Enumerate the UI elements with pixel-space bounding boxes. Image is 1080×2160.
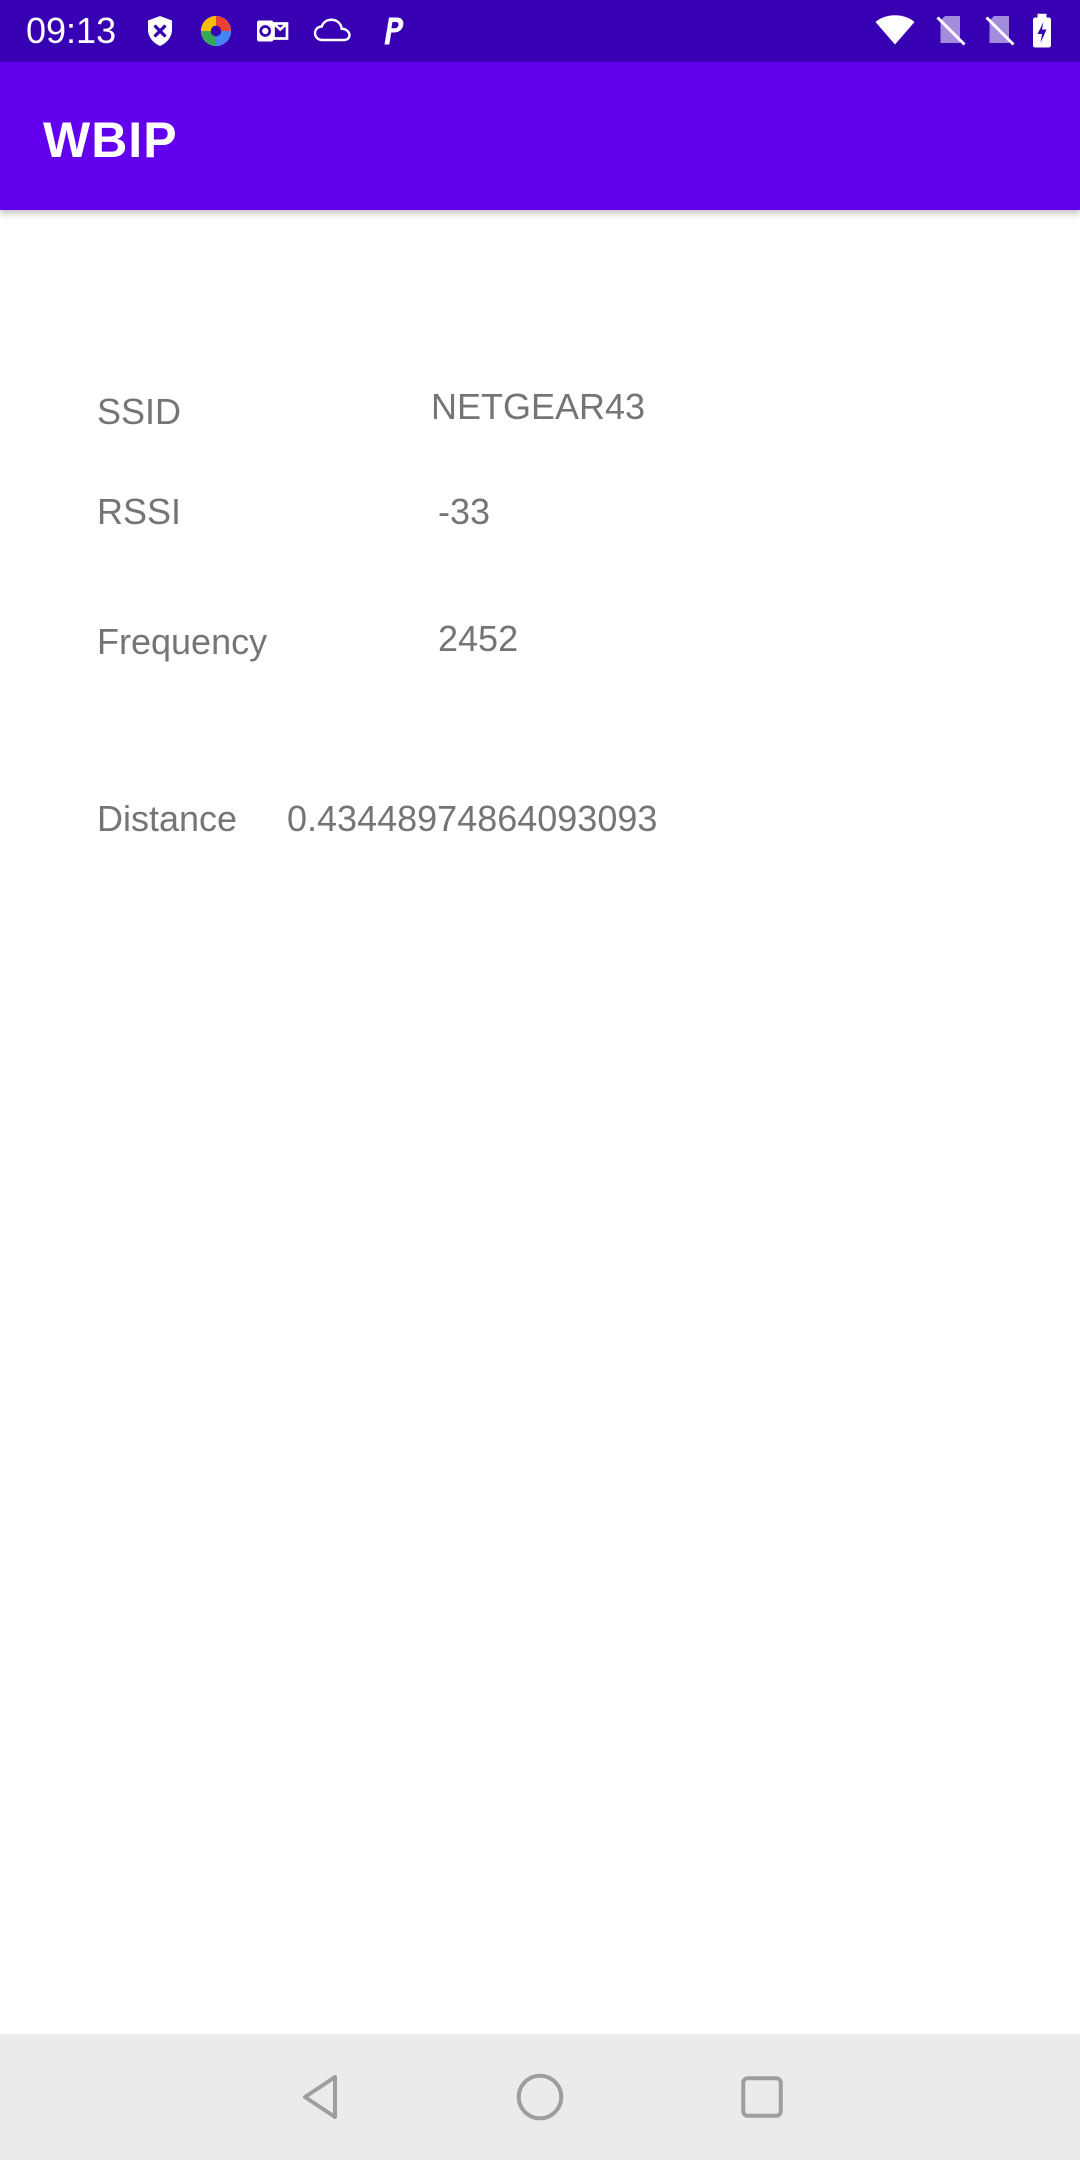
distance-value: 0.43448974864093093 xyxy=(287,798,658,839)
cloud-icon xyxy=(312,13,354,49)
status-bar: 09:13 xyxy=(0,0,1080,62)
navigation-bar xyxy=(0,2034,1080,2160)
distance-label: Distance xyxy=(97,798,238,839)
battery-charging-icon xyxy=(1030,13,1054,49)
screen: 09:13 WBIP SSID NETGEAR43 RSSI -33 Frequ… xyxy=(0,0,1080,2160)
app-title: WBIP xyxy=(43,112,178,168)
ssid-value: NETGEAR43 xyxy=(431,386,646,427)
back-icon[interactable] xyxy=(290,2067,350,2127)
no-sim-icon xyxy=(982,13,1018,49)
wifi-icon xyxy=(872,13,918,49)
paypal-icon xyxy=(374,13,410,49)
outlook-icon xyxy=(254,13,290,49)
app-bar: WBIP xyxy=(0,62,1080,210)
recents-icon[interactable] xyxy=(732,2067,792,2127)
ssid-label: SSID xyxy=(97,391,182,432)
shield-icon xyxy=(142,13,178,49)
frequency-value: 2452 xyxy=(438,618,519,659)
home-icon[interactable] xyxy=(510,2067,570,2127)
rssi-value: -33 xyxy=(438,491,491,532)
no-sim-icon xyxy=(933,13,969,49)
frequency-label: Frequency xyxy=(97,621,268,662)
photos-icon xyxy=(198,13,234,49)
rssi-label: RSSI xyxy=(97,491,182,532)
status-time: 09:13 xyxy=(26,10,117,51)
